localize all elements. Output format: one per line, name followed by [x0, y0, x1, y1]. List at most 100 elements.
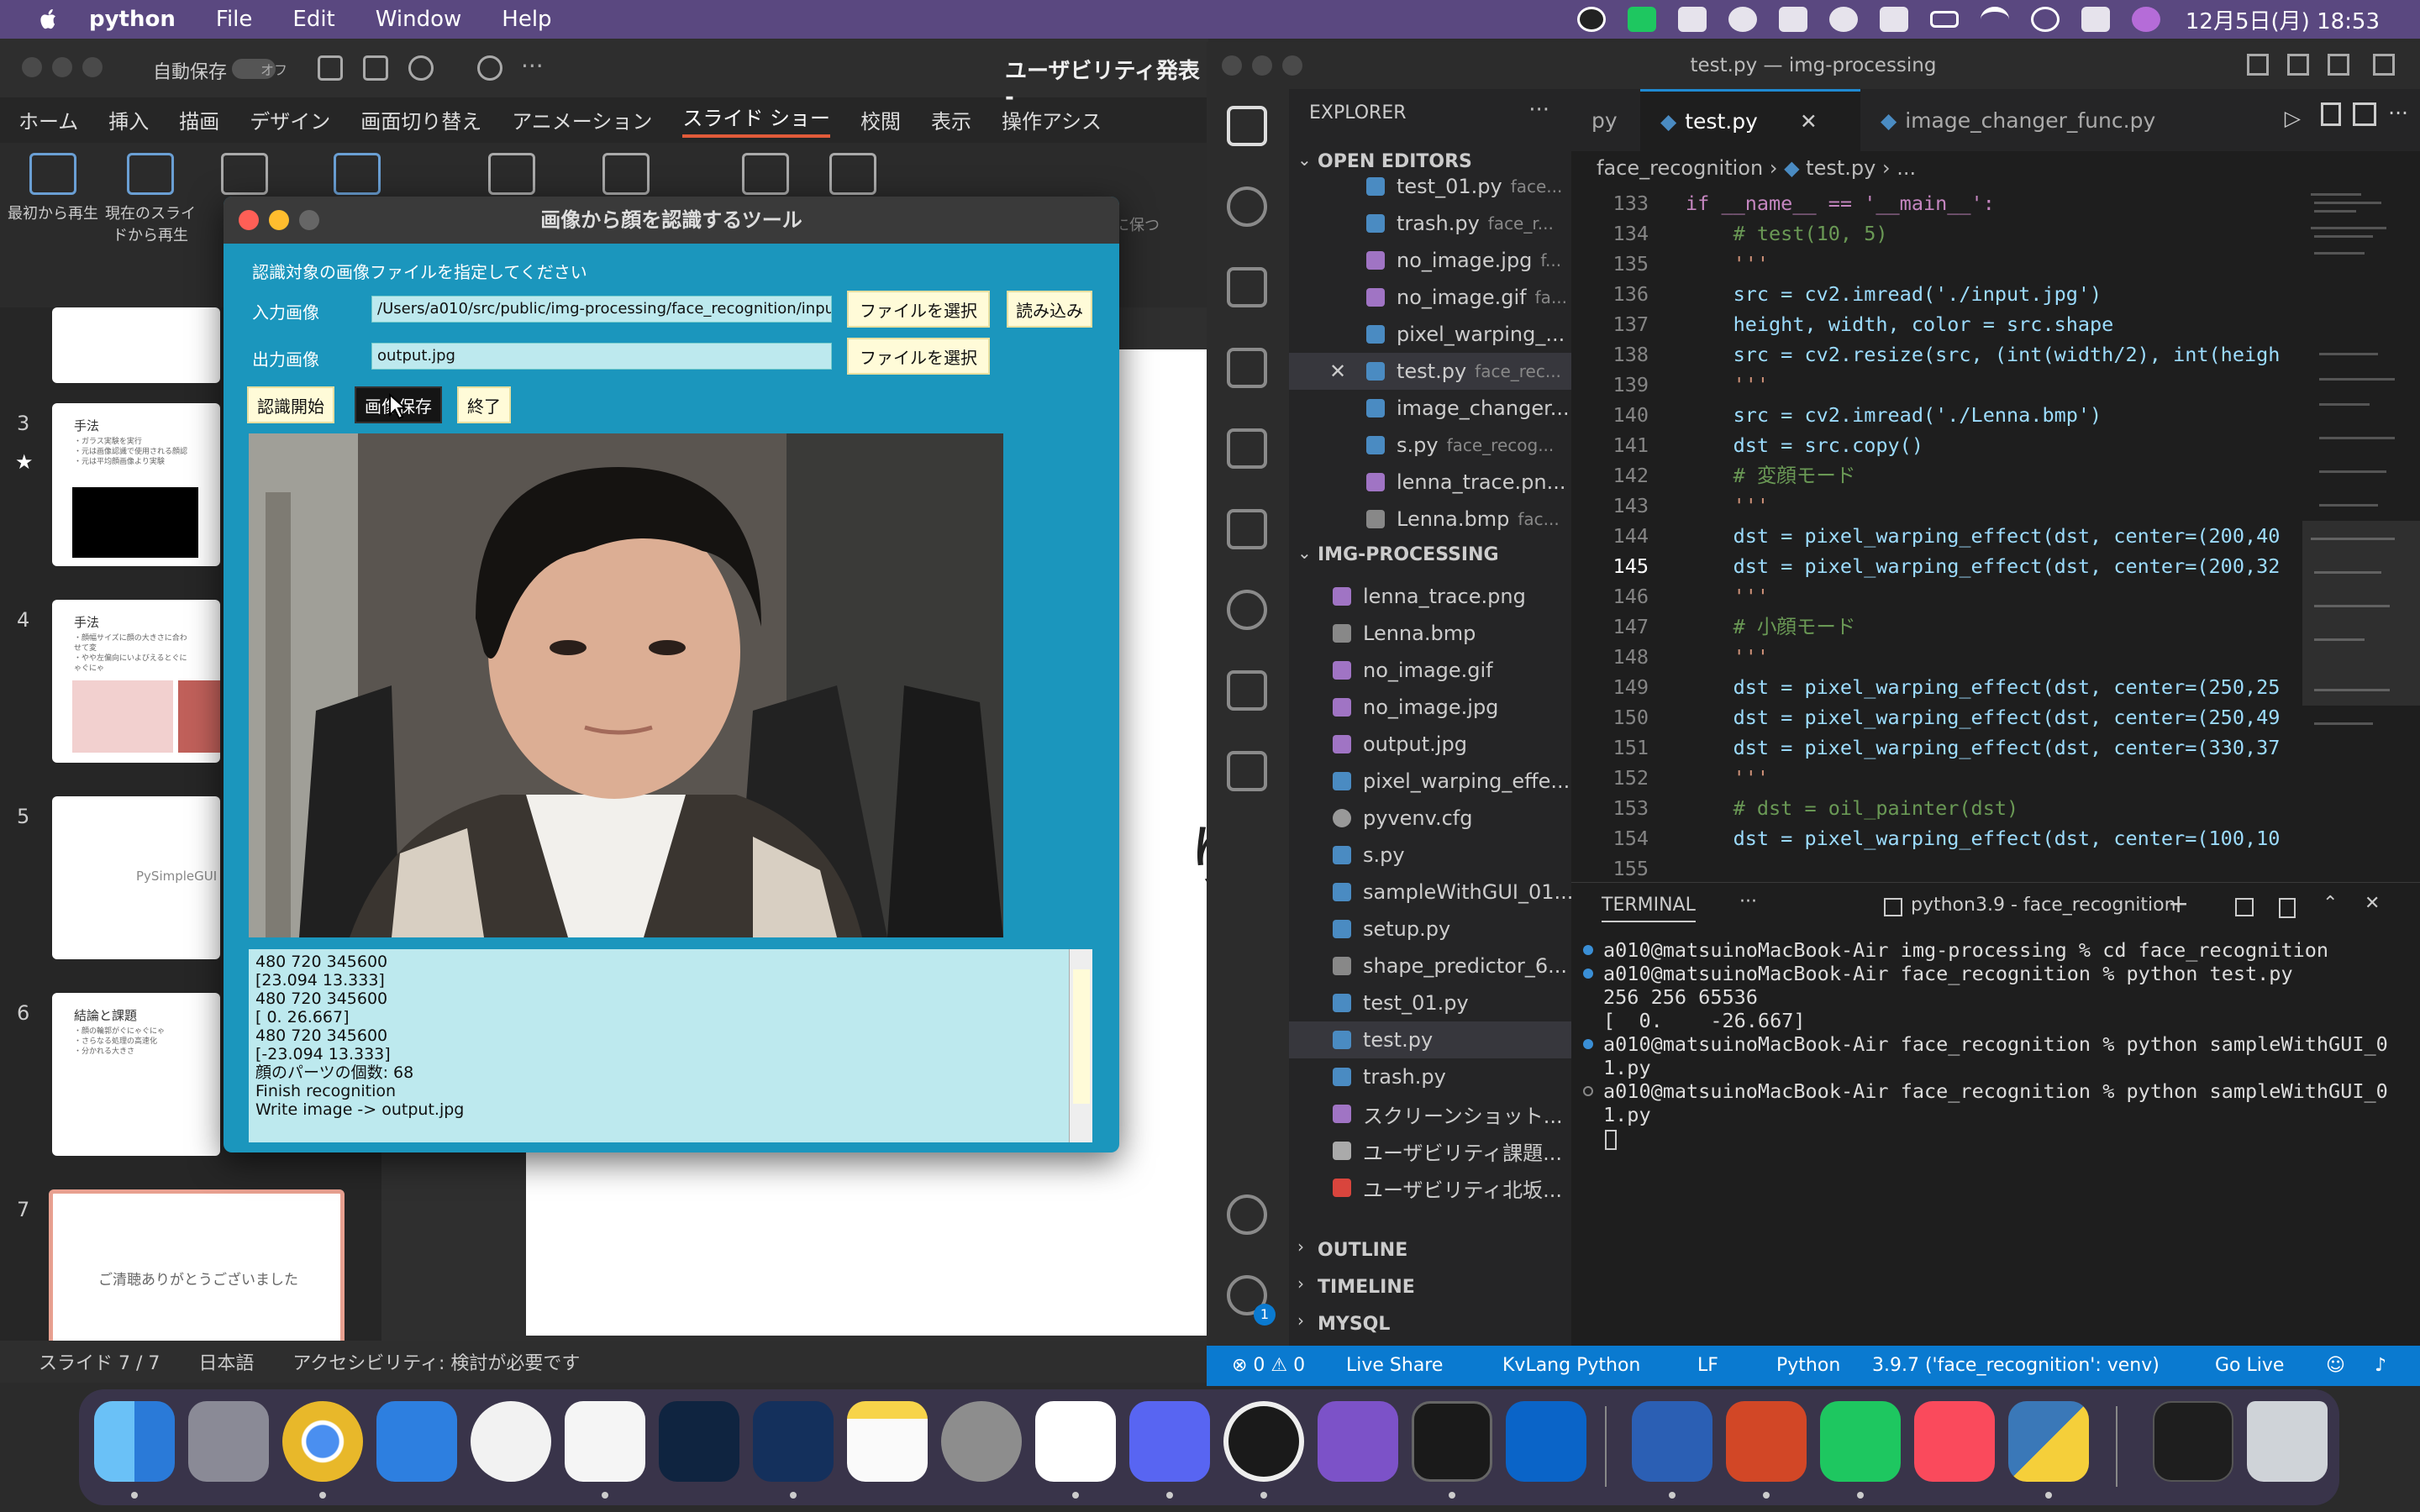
menu-edit[interactable]: Edit — [292, 7, 334, 32]
file-tree-item[interactable]: no_image.gif — [1289, 652, 1571, 689]
code-line[interactable]: 140 src = cv2.imread('./Lenna.bmp') — [1571, 400, 2420, 430]
python-launcher-icon[interactable] — [2008, 1401, 2089, 1482]
file-tree-item[interactable]: test_01.py — [1289, 984, 1571, 1021]
vs-close-button[interactable] — [1222, 55, 1242, 76]
chrome-icon[interactable] — [282, 1401, 363, 1482]
launchpad-icon[interactable] — [188, 1401, 269, 1482]
code-line[interactable]: 154 dst = pixel_warping_effect(dst, cent… — [1571, 823, 2420, 853]
tab-view[interactable]: 表示 — [931, 105, 971, 134]
file-tree-item[interactable]: Lenna.bmp — [1289, 615, 1571, 652]
split-editor-icon[interactable] — [2353, 102, 2376, 126]
slide-thumbnail-3[interactable]: 手法 ・ガラス実験を実行 ・元は画像認識で使用される顔認 ・元は平均顔画像より実… — [52, 403, 220, 566]
start-recognition-button[interactable]: 認識開始 — [247, 386, 334, 423]
breadcrumb-folder[interactable]: face_recognition — [1597, 156, 1763, 180]
code-line[interactable]: 142 # 変顔モード — [1571, 460, 2420, 491]
file-tree-item[interactable]: pixel_warping_effe... — [1289, 763, 1571, 800]
timeline-header[interactable]: TIMELINE — [1318, 1277, 1415, 1298]
terminal-icon[interactable] — [1412, 1401, 1492, 1482]
tab-insert[interactable]: 挿入 — [108, 105, 149, 134]
ppt-minimize-button[interactable] — [52, 57, 72, 77]
tool-minimize-button[interactable] — [269, 210, 289, 230]
file-tree-item[interactable]: pyvenv.cfg — [1289, 800, 1571, 837]
testing-icon[interactable] — [1227, 509, 1267, 549]
trash-icon[interactable] — [2247, 1401, 2328, 1482]
problems-indicator[interactable]: ⊗ 0 ⚠ 0 — [1232, 1346, 1305, 1386]
code-line[interactable]: 147 # 小顔モード — [1571, 612, 2420, 642]
file-tree-item-active[interactable]: test.py — [1289, 1021, 1571, 1058]
discord-icon[interactable] — [1129, 1401, 1210, 1482]
kvlang-indicator[interactable]: KvLang Python — [1502, 1346, 1640, 1386]
code-line[interactable]: 151 dst = pixel_warping_effect(dst, cent… — [1571, 732, 2420, 763]
minimized-window-preview[interactable] — [2153, 1401, 2233, 1482]
setup-button[interactable] — [719, 153, 812, 202]
system-preferences-icon[interactable] — [941, 1401, 1022, 1482]
play-from-current-button[interactable]: 現在のスライドから再生 — [104, 153, 197, 245]
file-tree-item[interactable]: no_image.jpg — [1289, 689, 1571, 726]
vs-zoom-button[interactable] — [1282, 55, 1302, 76]
trash-terminal-icon[interactable] — [2279, 898, 2296, 918]
record-button[interactable] — [580, 153, 672, 202]
slack-icon[interactable] — [1035, 1401, 1116, 1482]
log-scrollbar-thumb[interactable] — [1073, 969, 1090, 1104]
xcode-icon[interactable] — [376, 1401, 457, 1482]
code-line[interactable]: 148 ''' — [1571, 642, 2420, 672]
file-tree-item[interactable]: スクリーンショット... — [1289, 1095, 1571, 1132]
source-control-icon[interactable] — [1227, 267, 1267, 307]
code-line[interactable]: 141 dst = src.copy() — [1571, 430, 2420, 460]
open-changes-icon[interactable] — [2321, 102, 2341, 126]
creative-cloud-icon[interactable] — [1728, 7, 1757, 32]
obs-status-icon[interactable] — [1576, 7, 1606, 32]
load-button[interactable]: 読み込み — [1007, 291, 1092, 328]
input-image-path-field[interactable]: /Users/a010/src/public/img-processing/fa… — [371, 296, 832, 323]
spotlight-search-icon[interactable] — [2030, 7, 2060, 32]
notes-icon[interactable] — [847, 1401, 928, 1482]
rehearse-button[interactable] — [466, 153, 558, 202]
file-tree-item[interactable]: setup.py — [1289, 911, 1571, 948]
live-share-icon[interactable] — [1227, 670, 1267, 711]
screenshot-icon[interactable] — [1677, 7, 1707, 32]
code-line[interactable]: 135 ''' — [1571, 249, 2420, 279]
open-editor-item[interactable]: test_01.py face... — [1289, 168, 1571, 205]
undo-icon[interactable] — [408, 55, 434, 81]
menu-window[interactable]: Window — [376, 7, 462, 32]
code-line[interactable]: 153 # dst = oil_painter(dst) — [1571, 793, 2420, 823]
go-live-button[interactable]: Go Live — [2215, 1346, 2284, 1386]
photoshop-icon[interactable] — [659, 1401, 739, 1482]
accessibility-status[interactable]: アクセシビリティ: 検討が必要です — [292, 1348, 580, 1375]
slide-thumbnail-2[interactable] — [52, 307, 220, 383]
code-line[interactable]: 152 ''' — [1571, 763, 2420, 793]
code-line[interactable]: 139 ''' — [1571, 370, 2420, 400]
code-line[interactable]: 155 — [1571, 853, 2420, 882]
open-editor-item[interactable]: lenna_trace.pn... — [1289, 464, 1571, 501]
input-browse-button[interactable]: ファイルを選択 — [847, 291, 990, 328]
tab-review[interactable]: 校閲 — [860, 105, 901, 134]
code-line[interactable]: 138 src = cv2.resize(src, (int(width/2),… — [1571, 339, 2420, 370]
menu-app-name[interactable]: python — [89, 7, 176, 32]
finder-icon[interactable] — [94, 1401, 175, 1482]
code-line[interactable]: 137 height, width, color = src.shape — [1571, 309, 2420, 339]
tab-previous-file[interactable]: py — [1571, 89, 1638, 151]
tool-close-button[interactable] — [239, 210, 259, 230]
file-tree-item[interactable]: output.jpg — [1289, 726, 1571, 763]
app-store-icon[interactable] — [471, 1401, 551, 1482]
ppt-close-button[interactable] — [22, 57, 42, 77]
code-line[interactable]: 144 dst = pixel_warping_effect(dst, cent… — [1571, 521, 2420, 551]
language-indicator[interactable]: 日本語 — [198, 1348, 254, 1375]
play-icon[interactable] — [1828, 7, 1858, 32]
open-editor-item[interactable]: trash.py face_r... — [1289, 205, 1571, 242]
mysql-header[interactable]: MYSQL — [1318, 1314, 1390, 1335]
open-editor-item[interactable]: Lenna.bmp fac... — [1289, 501, 1571, 538]
menu-help[interactable]: Help — [502, 7, 551, 32]
battery-icon[interactable] — [1929, 11, 1959, 28]
music-icon[interactable] — [1914, 1401, 1995, 1482]
run-debug-icon[interactable] — [1227, 348, 1267, 388]
toggle-secondary-sidebar-icon[interactable] — [2328, 54, 2349, 76]
outline-header[interactable]: OUTLINE — [1318, 1240, 1407, 1261]
slide-thumbnail-6[interactable]: 結論と課題 ・顔の輪郭がぐにゃぐにゃ ・さらなる処理の高速化 ・分かれる大きさ — [52, 993, 220, 1156]
menubar-clock[interactable]: 12月5日(月) 18:53 — [2186, 4, 2380, 35]
ppt-zoom-button[interactable] — [82, 57, 103, 77]
log-scrollbar[interactable] — [1069, 949, 1092, 1142]
code-line[interactable]: 149 dst = pixel_warping_effect(dst, cent… — [1571, 672, 2420, 702]
toggle-sidebar-icon[interactable] — [2247, 54, 2269, 76]
run-python-icon[interactable]: ▷ — [2285, 106, 2301, 130]
